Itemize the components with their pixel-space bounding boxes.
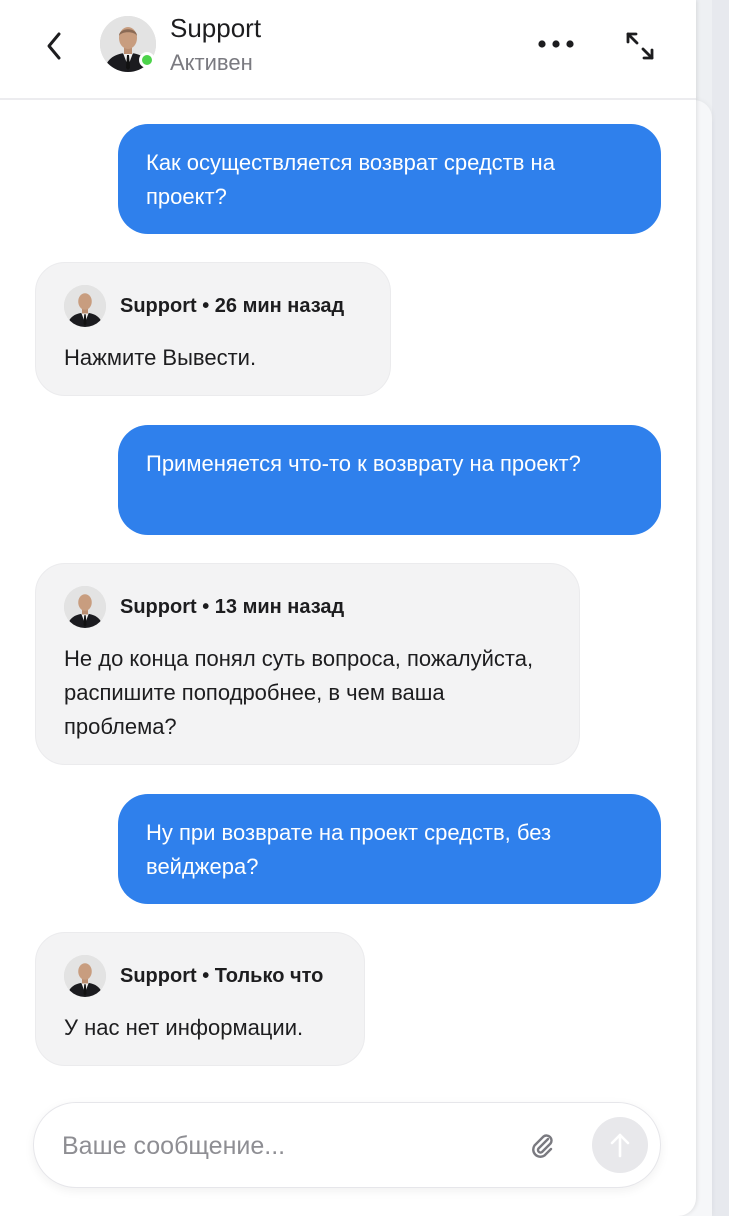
more-horizontal-icon bbox=[538, 40, 574, 48]
paperclip-icon bbox=[532, 1134, 553, 1158]
message-text: Применяется что-то к возврату на проект? bbox=[146, 451, 581, 476]
message-sender-time: Support • 26 мин назад bbox=[120, 294, 345, 317]
more-options-button[interactable] bbox=[532, 26, 580, 62]
support-message: Support • 26 мин назад Нажмите Вывести. bbox=[35, 262, 391, 396]
expand-button[interactable] bbox=[618, 24, 662, 68]
back-button[interactable] bbox=[34, 26, 74, 66]
expand-arrows-icon bbox=[626, 32, 654, 60]
arrow-up-icon bbox=[610, 1133, 630, 1158]
message-text: У нас нет информации. bbox=[64, 1015, 304, 1040]
chat-header: Support Активен bbox=[0, 0, 696, 100]
message-sender-time: Support • Только что bbox=[120, 964, 324, 987]
support-message: Support • Только что У нас нет информаци… bbox=[35, 932, 365, 1066]
support-avatar-small bbox=[64, 285, 106, 327]
support-avatar-small bbox=[64, 955, 106, 997]
message-composer bbox=[33, 1102, 661, 1188]
send-button[interactable] bbox=[592, 1117, 648, 1173]
user-message: Ну при возврате на проект средств, без в… bbox=[118, 794, 661, 904]
background-strip bbox=[712, 0, 729, 1216]
contact-status: Активен bbox=[170, 50, 253, 75]
message-text: Как осуществляется возврат средств на пр… bbox=[146, 150, 555, 209]
user-message: Как осуществляется возврат средств на пр… bbox=[118, 124, 661, 234]
online-status-indicator bbox=[139, 52, 155, 68]
message-meta: Support • 13 мин назад bbox=[64, 584, 551, 630]
user-message: Применяется что-то к возврату на проект? bbox=[118, 425, 661, 535]
message-text: Нажмите Вывести. bbox=[64, 345, 257, 370]
message-meta: Support • 26 мин назад bbox=[64, 283, 362, 329]
support-message: Support • 13 мин назад Не до конца понял… bbox=[35, 563, 580, 765]
message-text: Не до конца понял суть вопроса, пожалуйс… bbox=[64, 646, 534, 739]
attach-button[interactable] bbox=[524, 1127, 560, 1163]
chevron-left-icon bbox=[47, 32, 61, 60]
message-meta: Support • Только что bbox=[64, 953, 336, 999]
chat-window: Support Активен Как осуществляется возвр… bbox=[0, 0, 696, 1216]
message-text: Ну при возврате на проект средств, без в… bbox=[146, 820, 552, 879]
contact-name: Support bbox=[170, 13, 262, 43]
message-sender-time: Support • 13 мин назад bbox=[120, 595, 345, 618]
message-input[interactable] bbox=[62, 1123, 522, 1169]
support-avatar-small bbox=[64, 586, 106, 628]
